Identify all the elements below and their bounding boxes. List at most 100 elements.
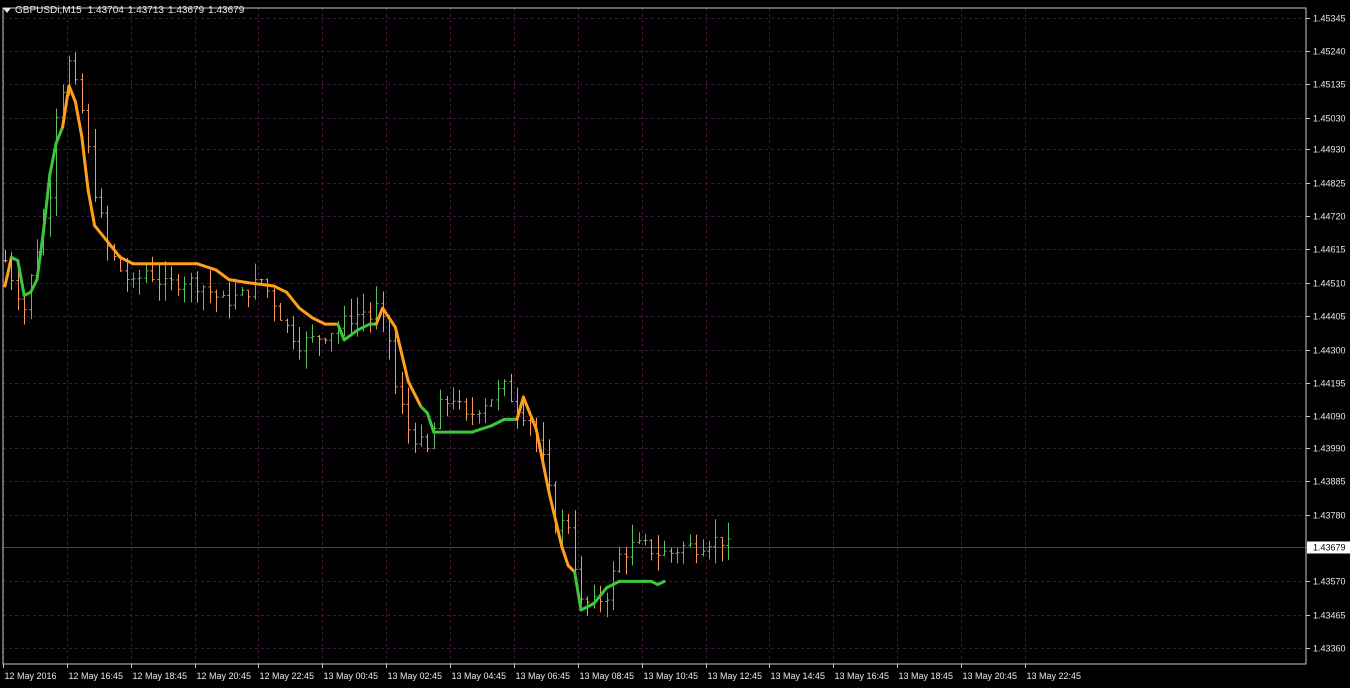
ohlc-bar[interactable]	[400, 371, 405, 414]
ohlc-bar[interactable]	[285, 318, 290, 333]
ohlc-bar[interactable]	[483, 398, 488, 423]
ma-segment	[73, 100, 84, 139]
ohlc-bar[interactable]	[464, 398, 469, 421]
ohlc-bar[interactable]	[291, 316, 296, 350]
ohlc-bar[interactable]	[297, 327, 302, 360]
ohlc-bar[interactable]	[150, 256, 155, 283]
ohlc-bar[interactable]	[694, 534, 699, 564]
ohlc-bar[interactable]	[310, 324, 315, 343]
ohlc-bar[interactable]	[246, 289, 251, 308]
ohlc-bar[interactable]	[637, 532, 642, 545]
ohlc-bar[interactable]	[233, 278, 238, 310]
x-tick-label: 12 May 2016	[5, 671, 57, 681]
ohlc-bar[interactable]	[317, 335, 322, 356]
ohlc-bar[interactable]	[445, 395, 450, 417]
chart-window[interactable]: 1.45345 1.45240 1.45135 1.45030 1.44930 1.448…	[0, 0, 1350, 688]
ohlc-bar[interactable]	[54, 108, 59, 217]
triangle-down-icon[interactable]	[3, 7, 11, 13]
ohlc-bar[interactable]	[457, 389, 462, 410]
y-tick-label: 1.44930	[1313, 145, 1346, 155]
ohlc-bar[interactable]	[438, 389, 443, 430]
ohlc-bar[interactable]	[425, 433, 430, 453]
ohlc-bar[interactable]	[208, 270, 213, 304]
ohlc-bar[interactable]	[182, 276, 187, 303]
ohlc-bar[interactable]	[726, 522, 731, 560]
x-tick-label: 13 May 22:45	[1027, 671, 1082, 681]
ohlc-bar[interactable]	[221, 290, 226, 298]
ohlc-bar[interactable]	[278, 302, 283, 321]
ohlc-bar[interactable]	[342, 305, 347, 337]
price-chart[interactable]: 1.45345 1.45240 1.45135 1.45030 1.44930 1.448…	[0, 0, 1350, 688]
ohlc-bar[interactable]	[169, 266, 174, 291]
x-tick-label: 12 May 20:45	[197, 671, 252, 681]
ohlc-bar[interactable]	[649, 539, 654, 561]
ohlc-bar[interactable]	[29, 274, 34, 320]
ohlc-bar[interactable]	[93, 128, 98, 202]
ohlc-bar[interactable]	[227, 282, 232, 319]
ohlc-bar[interactable]	[265, 278, 270, 298]
ohlc-bar[interactable]	[195, 271, 200, 303]
ohlc-bar[interactable]	[688, 534, 693, 548]
ohlc-bar[interactable]	[323, 337, 328, 344]
ohlc-bar[interactable]	[502, 379, 507, 397]
ohlc-bar[interactable]	[189, 272, 194, 303]
ohlc-bar[interactable]	[329, 332, 334, 352]
ohlc-bar[interactable]	[617, 546, 622, 573]
ma-segment	[272, 284, 289, 294]
ohlc-bar[interactable]	[630, 524, 635, 566]
ohlc-bar[interactable]	[406, 387, 411, 444]
ohlc-bar[interactable]	[240, 287, 245, 296]
ohlc-bar[interactable]	[419, 424, 424, 447]
ohlc-bar[interactable]	[253, 263, 258, 300]
ohlc-bar[interactable]	[675, 548, 680, 564]
ma-segment	[560, 544, 570, 568]
ohlc-bar[interactable]	[176, 273, 181, 297]
ohlc-bar[interactable]	[144, 262, 149, 284]
y-tick-label: 1.44615	[1313, 245, 1346, 255]
ohlc-bar[interactable]	[681, 541, 686, 564]
ohlc-bar[interactable]	[86, 103, 91, 154]
ohlc-bar[interactable]	[349, 298, 354, 337]
ohlc-bar[interactable]	[656, 535, 661, 571]
ohlc-bars-layer	[3, 52, 731, 618]
ohlc-bar[interactable]	[99, 188, 104, 218]
ohlc-bar[interactable]	[707, 540, 712, 560]
ohlc-bar[interactable]	[22, 293, 27, 325]
ohlc-bar[interactable]	[137, 269, 142, 295]
ohlc-bar[interactable]	[662, 540, 667, 557]
ma-segment	[227, 278, 250, 285]
ohlc-bar[interactable]	[73, 52, 78, 85]
ohlc-bar[interactable]	[566, 513, 571, 534]
ma-segment	[573, 570, 583, 612]
x-tick-label: 13 May 18:45	[899, 671, 954, 681]
ohlc-bar[interactable]	[105, 205, 110, 261]
ohlc-bar[interactable]	[624, 547, 629, 575]
ohlc-bar[interactable]	[163, 260, 168, 301]
ma-segment	[342, 328, 359, 342]
ohlc-bar[interactable]	[669, 548, 674, 563]
ohlc-bar[interactable]	[451, 387, 456, 410]
ohlc-bar[interactable]	[157, 264, 162, 301]
ohlc-bar[interactable]	[496, 379, 501, 411]
ohlc-bar[interactable]	[368, 302, 373, 333]
ohlc-bar[interactable]	[413, 422, 418, 453]
ohlc-bar[interactable]	[131, 272, 136, 288]
ohlc-bar[interactable]	[489, 399, 494, 408]
ohlc-bar[interactable]	[470, 397, 475, 426]
x-tick-label: 12 May 16:45	[69, 671, 124, 681]
y-tick-label: 1.44300	[1313, 346, 1346, 356]
x-tick-label: 13 May 08:45	[580, 671, 635, 681]
ohlc-bar[interactable]	[605, 592, 610, 618]
ohlc-bar[interactable]	[201, 285, 206, 311]
ma-segment	[195, 262, 218, 272]
ohlc-bar[interactable]	[272, 285, 277, 322]
current-price-label: 1.43679	[1313, 543, 1346, 553]
ohlc-bar[interactable]	[509, 373, 514, 403]
ohlc-bar[interactable]	[214, 289, 219, 313]
ohlc-bar[interactable]	[720, 536, 725, 562]
ohlc-bar[interactable]	[80, 73, 85, 114]
ma-segment	[425, 411, 436, 434]
ohlc-bar[interactable]	[3, 249, 8, 263]
ohlc-bar[interactable]	[713, 519, 718, 564]
ohlc-bar[interactable]	[643, 533, 648, 546]
